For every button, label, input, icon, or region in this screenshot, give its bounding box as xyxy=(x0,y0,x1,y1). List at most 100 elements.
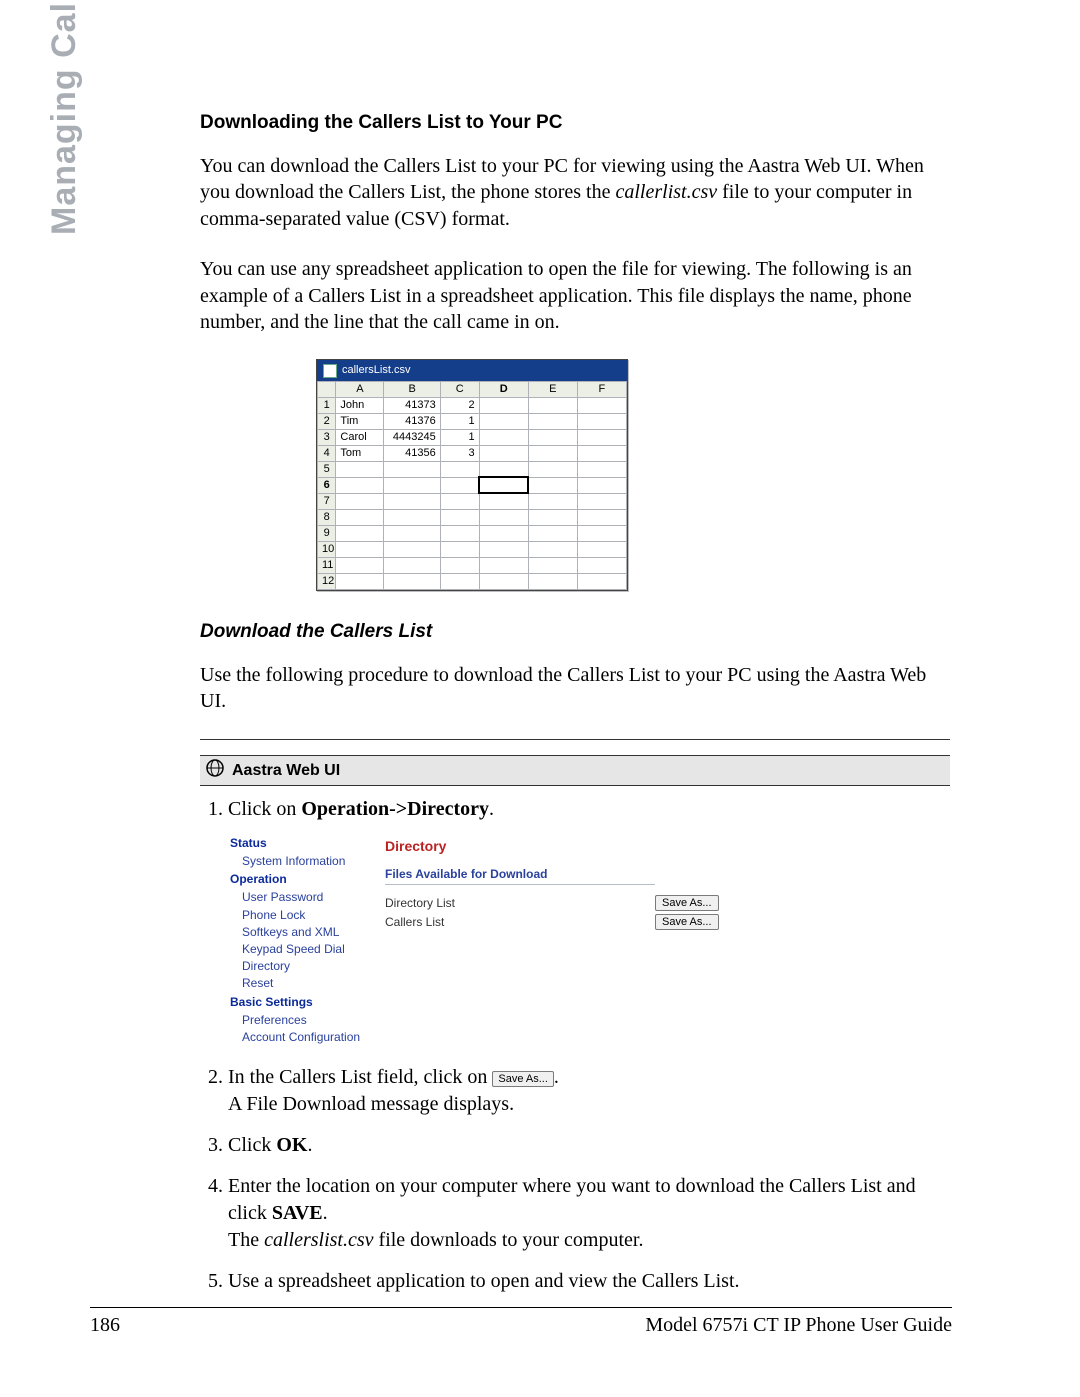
filename: callerlist.csv xyxy=(615,181,717,203)
cell: Carol xyxy=(336,429,384,445)
cell xyxy=(336,541,384,557)
cell xyxy=(528,413,577,429)
page-content: Downloading the Callers List to Your PC … xyxy=(200,110,950,1309)
nav-item[interactable]: Directory xyxy=(242,958,375,974)
cell: 41373 xyxy=(384,397,440,413)
cell: John xyxy=(336,397,384,413)
save-as-button[interactable]: Save As... xyxy=(492,1071,554,1087)
row-header: 4 xyxy=(318,445,336,461)
row-header: 3 xyxy=(318,429,336,445)
nav-item[interactable]: Preferences xyxy=(242,1012,375,1028)
cell xyxy=(528,525,577,541)
text: Click xyxy=(228,1134,276,1156)
cell xyxy=(528,557,577,573)
webui-panel: Directory Files Available for Download D… xyxy=(379,829,738,1050)
procedure-bar: Aastra Web UI xyxy=(200,739,950,786)
text: . xyxy=(323,1202,328,1224)
cell xyxy=(577,445,626,461)
cell xyxy=(528,573,577,589)
filename: callerslist.csv xyxy=(264,1229,373,1251)
cell: 1 xyxy=(440,413,479,429)
row-header: 12 xyxy=(318,573,336,589)
cell xyxy=(577,429,626,445)
text: Enter the location on your computer wher… xyxy=(228,1175,916,1224)
cell xyxy=(528,397,577,413)
save-as-button[interactable]: Save As... xyxy=(655,914,719,930)
cell xyxy=(384,557,440,573)
cell xyxy=(577,461,626,477)
col-header: A xyxy=(336,381,384,397)
text: . xyxy=(554,1066,559,1088)
nav-item[interactable]: Softkeys and XML xyxy=(242,924,375,940)
nav-item[interactable]: User Password xyxy=(242,889,375,905)
row-header: 11 xyxy=(318,557,336,573)
webui-nav: Status System Information Operation User Pa… xyxy=(228,829,379,1050)
cell xyxy=(384,525,440,541)
paragraph: You can use any spreadsheet application … xyxy=(200,256,950,335)
col-header: D xyxy=(479,381,528,397)
corner-cell xyxy=(318,381,336,397)
cell xyxy=(528,429,577,445)
cell xyxy=(577,541,626,557)
text: . xyxy=(307,1134,312,1156)
cell xyxy=(384,493,440,509)
nav-group[interactable]: Operation xyxy=(230,871,375,887)
step: Click on Operation->Directory. StatusSys… xyxy=(228,796,950,1050)
cell xyxy=(577,509,626,525)
page-number: 186 xyxy=(90,1314,120,1337)
cell xyxy=(336,493,384,509)
row-header: 7 xyxy=(318,493,336,509)
cell xyxy=(440,541,479,557)
cell: 4443245 xyxy=(384,429,440,445)
cell xyxy=(528,509,577,525)
cell xyxy=(577,477,626,493)
cell xyxy=(440,461,479,477)
cell xyxy=(384,573,440,589)
cell xyxy=(440,557,479,573)
row-header: 5 xyxy=(318,461,336,477)
cell xyxy=(336,573,384,589)
cell xyxy=(479,493,528,509)
nav-group[interactable]: Basic Settings xyxy=(230,994,375,1010)
cell xyxy=(336,525,384,541)
text: file downloads to your computer. xyxy=(374,1229,644,1251)
cell xyxy=(479,445,528,461)
row-header: 10 xyxy=(318,541,336,557)
ok-label: OK xyxy=(276,1134,307,1156)
panel-section-head: Files Available for Download xyxy=(385,866,655,885)
cell xyxy=(479,461,528,477)
nav-item[interactable]: System Information xyxy=(242,853,375,869)
cell: 3 xyxy=(440,445,479,461)
cell xyxy=(336,477,384,493)
row-header: 2 xyxy=(318,413,336,429)
spreadsheet-grid: A B C D E F 1John4137322Tim4137613Carol4… xyxy=(317,381,627,590)
nav-item[interactable]: Reset xyxy=(242,975,375,991)
cell xyxy=(479,397,528,413)
cell xyxy=(479,413,528,429)
step: In the Callers List field, click on Save… xyxy=(228,1064,950,1118)
cell xyxy=(528,541,577,557)
nav-item[interactable]: Keypad Speed Dial xyxy=(242,941,375,957)
text: Use a spreadsheet application to open an… xyxy=(228,1270,740,1292)
cell xyxy=(528,461,577,477)
cell xyxy=(384,541,440,557)
cell xyxy=(479,541,528,557)
cell: 2 xyxy=(440,397,479,413)
row-header: 9 xyxy=(318,525,336,541)
section-side-label: Managing Calls xyxy=(45,0,84,235)
nav-group[interactable]: Status xyxy=(230,835,375,851)
panel-title: Directory xyxy=(385,837,732,856)
col-header: B xyxy=(384,381,440,397)
nav-item[interactable]: Account Configuration xyxy=(242,1029,375,1045)
text: The xyxy=(228,1229,264,1251)
spreadsheet-filename: callersList.csv xyxy=(342,363,410,378)
menu-path: Operation->Directory xyxy=(301,798,489,820)
nav-item[interactable]: Phone Lock xyxy=(242,907,375,923)
save-as-button[interactable]: Save As... xyxy=(655,895,719,911)
subsection-title: Download the Callers List xyxy=(200,619,950,644)
cell xyxy=(336,461,384,477)
cell xyxy=(479,429,528,445)
guide-title: Model 6757i CT IP Phone User Guide xyxy=(645,1314,952,1337)
col-header: C xyxy=(440,381,479,397)
cell xyxy=(577,493,626,509)
